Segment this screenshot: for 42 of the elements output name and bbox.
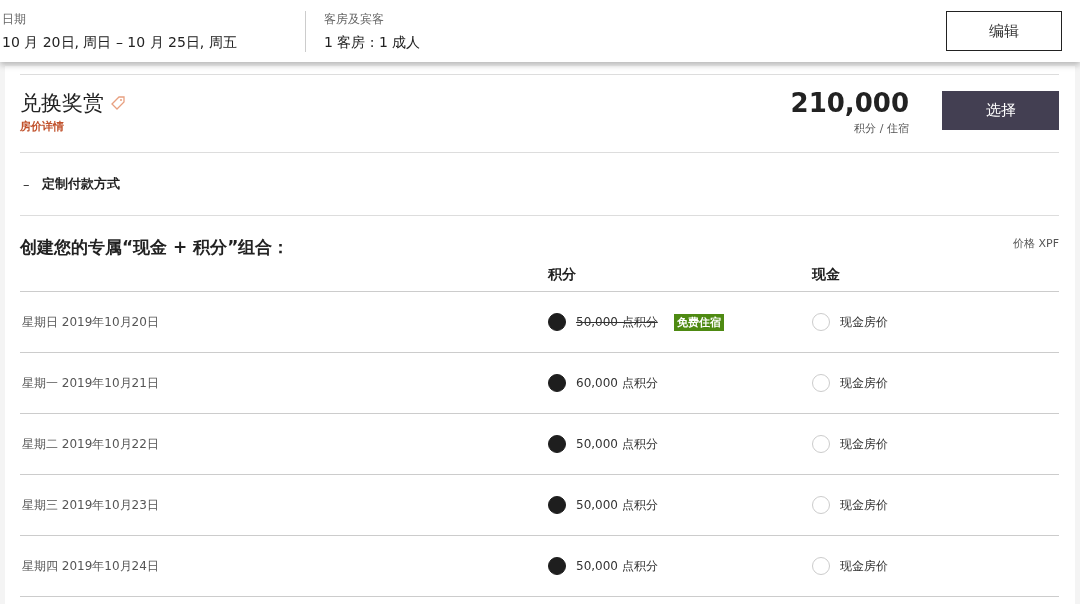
payment-toggle[interactable]: – 定制付款方式 (20, 153, 1059, 216)
tag-icon (110, 95, 126, 111)
dates-value: 10 月 20日, 周日 – 10 月 25日, 周五 (2, 33, 238, 52)
price-unit: 积分 / 住宿 (854, 121, 909, 136)
cash-radio[interactable] (812, 374, 830, 392)
points-price: 210,000 (790, 89, 909, 117)
points-radio[interactable] (548, 557, 566, 575)
cash-rate-label: 现金房价 (840, 557, 888, 575)
cash-radio[interactable] (812, 496, 830, 514)
cash-radio[interactable] (812, 557, 830, 575)
cash-rate-label: 现金房价 (840, 374, 888, 392)
points-amount: 50,000 点积分 (576, 313, 658, 331)
rooms-value: 1 客房 : 1 成人 (324, 33, 422, 52)
cash-radio[interactable] (812, 313, 830, 331)
free-night-badge: 免费住宿 (673, 313, 724, 331)
points-amount: 50,000 点积分 (576, 435, 658, 453)
combo-title: 创建您的专属“现金 + 积分”组合： (20, 236, 290, 259)
currency-note: 价格 XPF (1013, 236, 1059, 251)
rate-details-link[interactable]: 房价详情 (20, 119, 791, 134)
points-amount: 60,000 点积分 (576, 374, 658, 392)
column-header: 现金 (812, 266, 841, 284)
dates-label: 日期 (2, 10, 27, 28)
rooms-label: 客房及宾客 (324, 10, 385, 28)
points-radio[interactable] (548, 374, 566, 392)
select-button[interactable]: 选择 (942, 91, 1059, 130)
points-amount: 50,000 点积分 (576, 496, 658, 514)
edit-button[interactable]: 编辑 (946, 11, 1062, 51)
cash-rate-label: 现金房价 (840, 435, 888, 453)
date-label: 星期日 2019年10月20日 (21, 313, 160, 331)
date-label: 星期一 2019年10月21日 (21, 374, 160, 392)
date-label: 星期三 2019年10月23日 (21, 496, 160, 514)
cash-rate-label: 现金房价 (840, 313, 888, 331)
column-header: 积分 (548, 266, 577, 284)
points-radio[interactable] (548, 435, 566, 453)
points-radio[interactable] (548, 313, 566, 331)
cash-radio[interactable] (812, 435, 830, 453)
points-amount: 50,000 点积分 (576, 557, 658, 575)
points-radio[interactable] (548, 496, 566, 514)
date-label: 星期二 2019年10月22日 (21, 435, 160, 453)
date-label: 星期四 2019年10月24日 (21, 557, 160, 575)
cash-rate-label: 现金房价 (840, 496, 888, 514)
rate-title: 兑换奖赏 (20, 90, 104, 117)
